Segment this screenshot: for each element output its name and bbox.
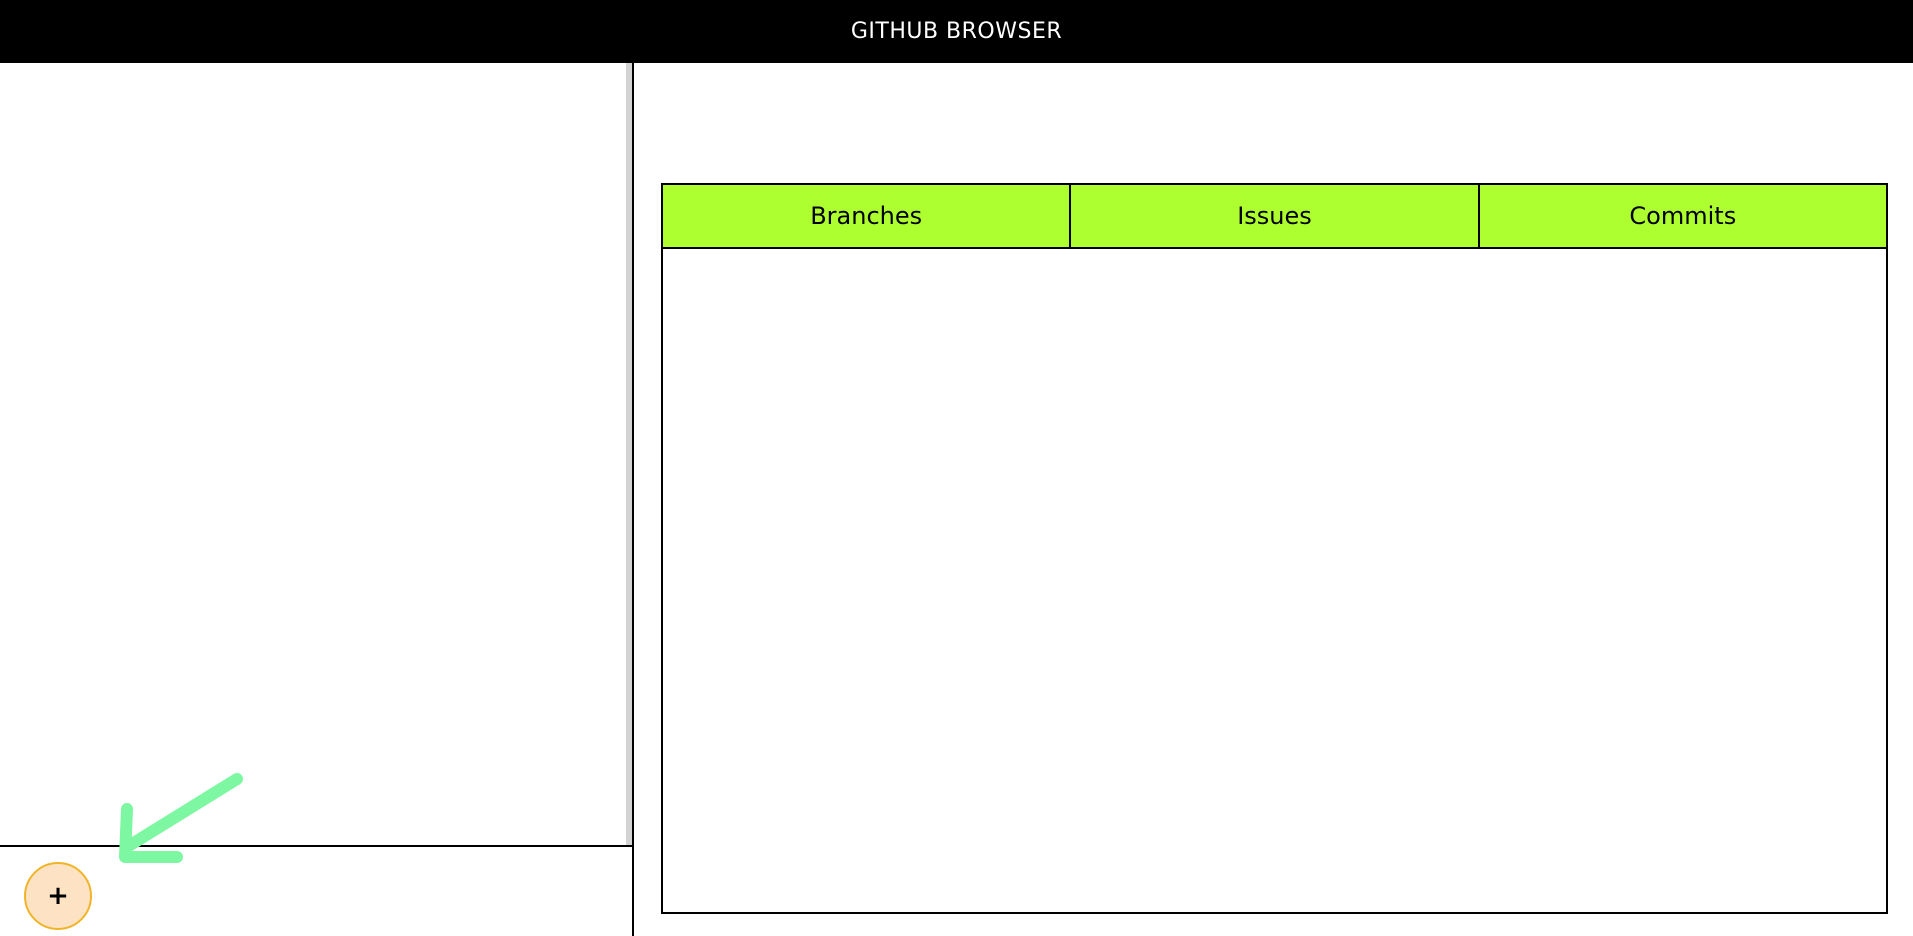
- tab-label: Branches: [810, 202, 923, 230]
- tab-content-area: [663, 249, 1886, 912]
- tab-issues[interactable]: Issues: [1069, 185, 1478, 247]
- title-bar: GITHUB BROWSER: [0, 0, 1913, 63]
- add-repository-button[interactable]: +: [24, 862, 92, 930]
- app-title: GITHUB BROWSER: [850, 19, 1063, 44]
- tab-branches[interactable]: Branches: [663, 185, 1070, 247]
- tab-bar: Branches Issues Commits: [663, 185, 1886, 249]
- repository-tabs-panel: Branches Issues Commits: [661, 183, 1888, 914]
- tab-label: Issues: [1237, 202, 1312, 230]
- tab-label: Commits: [1629, 202, 1737, 230]
- tab-commits[interactable]: Commits: [1477, 185, 1886, 247]
- repository-sidebar: [0, 63, 632, 936]
- app-window: GITHUB BROWSER + Branches Issues Commits: [0, 0, 1913, 936]
- pane-divider[interactable]: [632, 63, 634, 936]
- plus-icon: +: [47, 881, 69, 911]
- arrow-pointer-icon: [119, 773, 243, 863]
- sidebar-footer-divider: [0, 845, 633, 847]
